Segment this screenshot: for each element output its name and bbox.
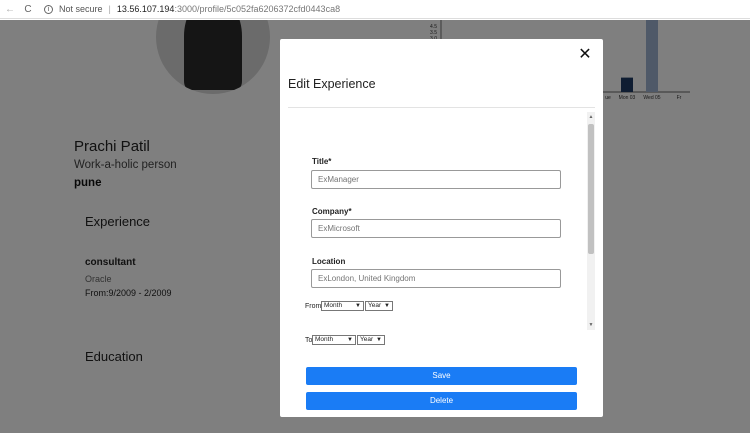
address-bar[interactable]: 13.56.107.194:3000/profile/5c052fa620637… xyxy=(117,4,340,14)
back-arrow-icon[interactable]: ← xyxy=(4,4,16,15)
to-month-value: Month xyxy=(315,336,334,343)
chevron-down-icon: ▼ xyxy=(347,337,353,343)
title-label: Title* xyxy=(312,157,332,166)
scroll-thumb[interactable] xyxy=(588,124,594,254)
company-label: Company* xyxy=(312,207,352,216)
browser-bar: ← C i Not secure | 13.56.107.194:3000/pr… xyxy=(0,0,750,19)
location-input[interactable] xyxy=(311,269,561,288)
not-secure-label: Not secure xyxy=(59,4,103,14)
save-button[interactable]: Save xyxy=(306,367,577,385)
scroll-up-icon[interactable]: ▲ xyxy=(587,112,595,122)
chevron-down-icon: ▼ xyxy=(384,303,390,309)
from-month-value: Month xyxy=(324,302,343,309)
to-year-value: Year xyxy=(360,336,374,343)
info-icon[interactable]: i xyxy=(44,4,53,14)
modal-divider xyxy=(288,107,595,108)
from-year-value: Year xyxy=(368,302,382,309)
modal-scrollbar[interactable]: ▲ ▼ xyxy=(587,112,595,330)
from-label: From xyxy=(305,303,322,310)
url-host: 13.56.107.194 xyxy=(116,4,175,14)
scroll-down-icon[interactable]: ▼ xyxy=(587,320,595,330)
title-input[interactable] xyxy=(311,170,561,189)
modal-title: Edit Experience xyxy=(288,77,376,91)
address-separator: | xyxy=(108,4,111,14)
close-icon[interactable]: ✕ xyxy=(577,47,593,63)
chevron-down-icon: ▼ xyxy=(376,337,382,343)
edit-experience-modal: Edit Experience ✕ Title* Company* Locati… xyxy=(280,39,603,417)
modal-body: Title* Company* Location From Month ▼ Ye… xyxy=(280,114,603,384)
url-path: :3000/profile/5c052fa6206372cfd0443ca8 xyxy=(174,4,341,14)
to-year-select[interactable]: Year ▼ xyxy=(357,335,385,345)
to-month-select[interactable]: Month ▼ xyxy=(312,335,356,345)
delete-button[interactable]: Delete xyxy=(306,392,577,410)
company-input[interactable] xyxy=(311,219,561,238)
chevron-down-icon: ▼ xyxy=(355,303,361,309)
location-label: Location xyxy=(312,257,346,266)
from-month-select[interactable]: Month ▼ xyxy=(321,301,364,311)
reload-icon[interactable]: C xyxy=(22,4,34,15)
from-year-select[interactable]: Year ▼ xyxy=(365,301,393,311)
